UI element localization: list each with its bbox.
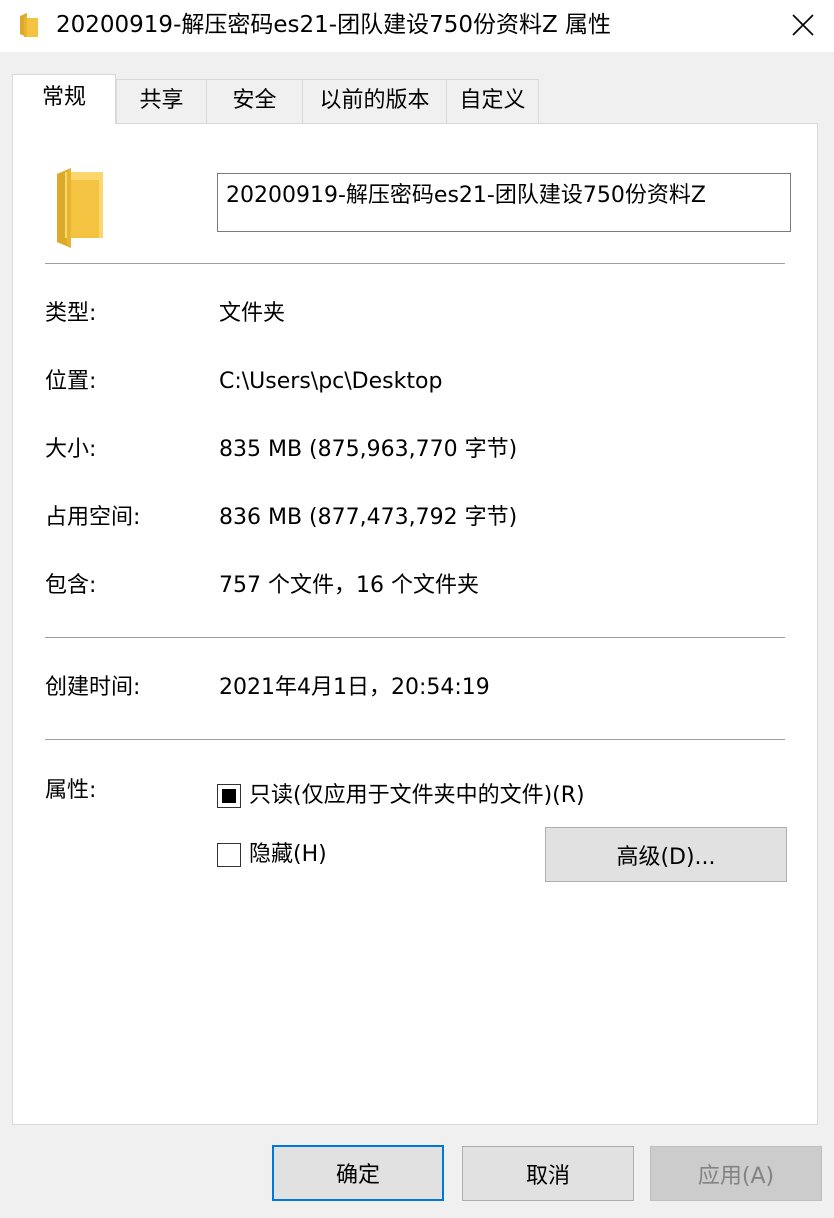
- readonly-checkbox[interactable]: [217, 784, 241, 808]
- created-label: 创建时间:: [45, 675, 141, 700]
- close-icon: [792, 14, 814, 36]
- tab-sharing[interactable]: 共享: [116, 79, 207, 123]
- tab-customize[interactable]: 自定义: [446, 79, 539, 123]
- readonly-label[interactable]: 只读(仅应用于文件夹中的文件)(R): [249, 781, 585, 811]
- ok-button[interactable]: 确定: [272, 1145, 444, 1201]
- tab-general[interactable]: 常规: [12, 74, 116, 124]
- type-label: 类型:: [45, 301, 97, 326]
- contains-label: 包含:: [45, 573, 97, 598]
- advanced-button[interactable]: 高级(D)...: [545, 827, 787, 882]
- close-button[interactable]: [772, 0, 834, 50]
- contains-value: 757 个文件，16 个文件夹: [219, 573, 479, 598]
- location-value: C:\Users\pc\Desktop: [219, 369, 443, 394]
- separator: [45, 637, 785, 638]
- size-on-disk-label: 占用空间:: [45, 505, 141, 530]
- hidden-checkbox[interactable]: [217, 843, 241, 867]
- window-title: 20200919-解压密码es21-团队建设750份资料Z 属性: [56, 12, 612, 38]
- apply-button[interactable]: 应用(A): [650, 1146, 822, 1201]
- cancel-button[interactable]: 取消: [462, 1146, 634, 1201]
- location-label: 位置:: [45, 369, 97, 394]
- separator: [45, 739, 785, 740]
- tab-security[interactable]: 安全: [206, 79, 303, 123]
- size-value: 835 MB (875,963,770 字节): [219, 437, 518, 462]
- separator: [45, 263, 785, 264]
- hidden-label[interactable]: 隐藏(H): [249, 840, 327, 870]
- title-bar: 20200919-解压密码es21-团队建设750份资料Z 属性: [0, 0, 834, 52]
- type-value: 文件夹: [219, 301, 286, 326]
- folder-icon: [57, 168, 103, 248]
- created-value: 2021年4月1日，20:54:19: [219, 675, 490, 700]
- attributes-label: 属性:: [45, 778, 97, 803]
- size-on-disk-value: 836 MB (877,473,792 字节): [219, 505, 518, 530]
- general-panel: 20200919-解压密码es21-团队建设750份资料Z 类型: 文件夹 位置…: [12, 123, 818, 1125]
- tab-previous-versions[interactable]: 以前的版本: [302, 79, 447, 123]
- folder-name-input[interactable]: 20200919-解压密码es21-团队建设750份资料Z: [217, 173, 791, 232]
- size-label: 大小:: [45, 437, 97, 462]
- folder-icon: [20, 13, 38, 37]
